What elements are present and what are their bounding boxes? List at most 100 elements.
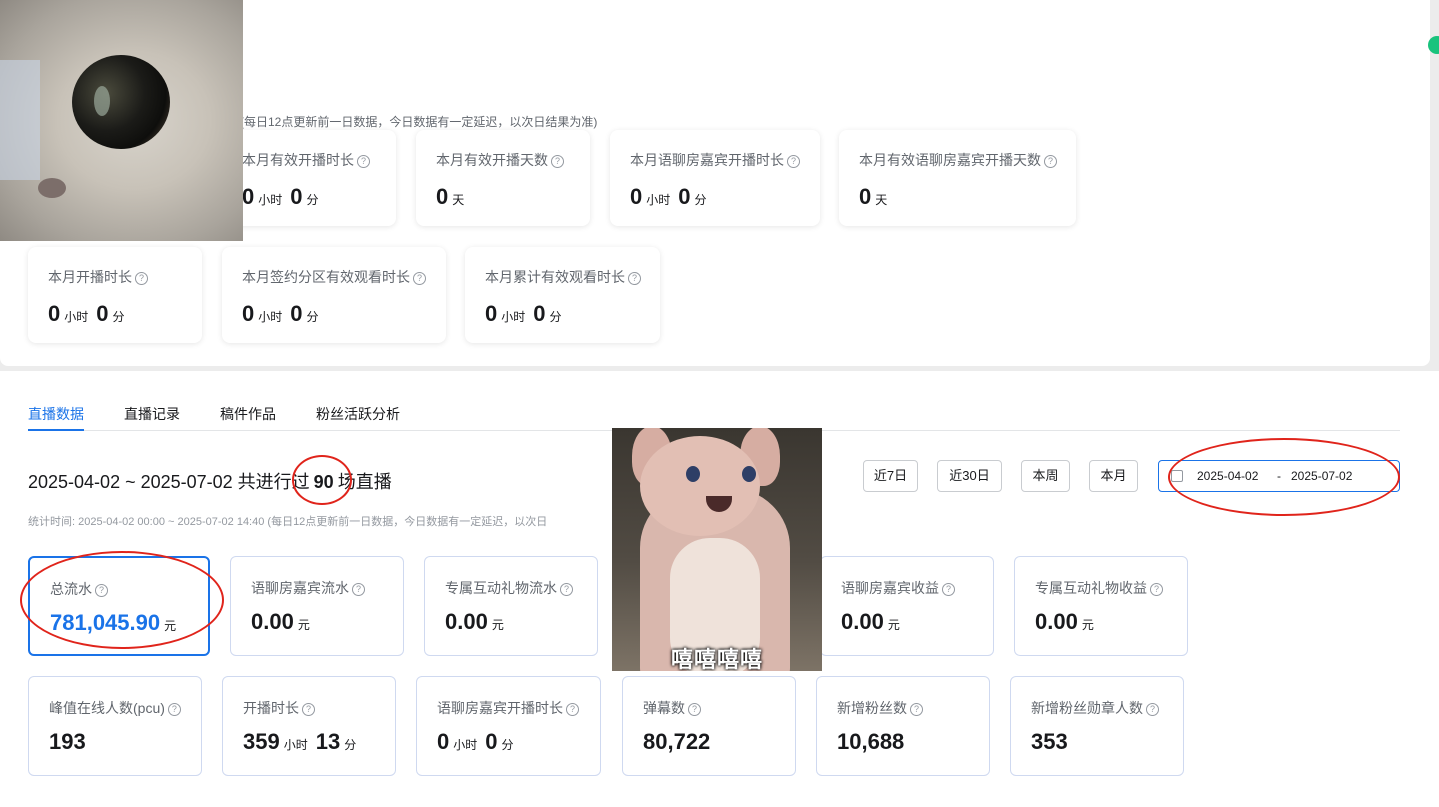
update-note: (每日12点更新前一日数据，今日数据有一定延迟，以次日结果为准) xyxy=(240,115,598,129)
metric-voice-room-guest-income-card[interactable]: 语聊房嘉宾收益? 0.00 元 xyxy=(820,556,994,656)
hours-unit: 小时 xyxy=(453,738,478,752)
help-icon[interactable]: ? xyxy=(566,703,579,716)
card-title: 本月语聊房嘉宾开播时长 xyxy=(630,152,784,168)
help-icon[interactable]: ? xyxy=(942,583,955,596)
metric-value: 0.00 xyxy=(251,609,294,634)
metric-value: 0.00 xyxy=(1035,609,1078,634)
tab-live-records[interactable]: 直播记录 xyxy=(124,404,180,424)
metric-exclusive-gift-income-card[interactable]: 专属互动礼物收益? 0.00 元 xyxy=(1014,556,1188,656)
tab-live-data[interactable]: 直播数据 xyxy=(28,404,84,424)
minutes-value: 0 xyxy=(290,301,303,326)
help-icon[interactable]: ? xyxy=(1150,583,1163,596)
metric-title: 新增粉丝数 xyxy=(837,700,907,716)
metric-title: 专属互动礼物收益 xyxy=(1035,580,1147,596)
help-icon[interactable]: ? xyxy=(135,272,148,285)
help-icon[interactable]: ? xyxy=(357,155,370,168)
help-icon[interactable]: ? xyxy=(302,703,315,716)
help-icon[interactable]: ? xyxy=(352,583,365,596)
tab-works[interactable]: 稿件作品 xyxy=(220,404,276,424)
hours-value: 0 xyxy=(48,301,61,326)
metric-new-fan-medal-card[interactable]: 新增粉丝勋章人数? 353 xyxy=(1010,676,1184,776)
hours-value: 359 xyxy=(243,729,280,754)
minutes-value: 0 xyxy=(96,301,109,326)
monthly-signed-zone-watch-duration-card: 本月签约分区有效观看时长? 0 小时 0 分 xyxy=(222,247,446,343)
summary-prefix: 2025-04-02 ~ 2025-07-02 共进行过 xyxy=(28,472,310,492)
hours-value: 0 xyxy=(437,729,450,754)
metric-title: 弹幕数 xyxy=(643,700,685,716)
bunny-eye-left xyxy=(686,466,700,482)
minutes-value: 13 xyxy=(315,729,341,754)
metric-value: 193 xyxy=(49,729,86,754)
cat-sticker-image xyxy=(0,0,243,241)
range-7-days-button[interactable]: 近7日 xyxy=(863,460,918,492)
minutes-value: 0 xyxy=(290,184,303,209)
metric-title: 语聊房嘉宾流水 xyxy=(251,580,349,596)
metric-title: 语聊房嘉宾开播时长 xyxy=(437,700,563,716)
metric-voice-room-guest-revenue-card[interactable]: 语聊房嘉宾流水? 0.00 元 xyxy=(230,556,404,656)
metric-title: 语聊房嘉宾收益 xyxy=(841,580,939,596)
hours-value: 0 xyxy=(485,301,498,326)
metric-danmaku-count-card[interactable]: 弹幕数? 80,722 xyxy=(622,676,796,776)
card-title: 本月有效开播时长 xyxy=(242,152,354,168)
monthly-valid-broadcast-duration-card: 本月有效开播时长? 0 小时 0 分 xyxy=(222,130,396,226)
metric-broadcast-duration-card[interactable]: 开播时长? 359 小时 13 分 xyxy=(222,676,396,776)
minutes-value: 0 xyxy=(485,729,498,754)
monthly-valid-broadcast-days-card: 本月有效开播天数? 0天 xyxy=(416,130,590,226)
help-icon[interactable]: ? xyxy=(1044,155,1057,168)
bunny-eye-right xyxy=(742,466,756,482)
monthly-broadcast-duration-card: 本月开播时长? 0 小时 0 分 xyxy=(28,247,202,343)
metric-peak-online-card[interactable]: 峰值在线人数(pcu)? 193 xyxy=(28,676,202,776)
card-title: 本月有效开播天数 xyxy=(436,152,548,168)
help-icon[interactable]: ? xyxy=(551,155,564,168)
bunny-sticker-image: 嘻嘻嘻嘻 xyxy=(612,428,822,671)
hours-unit: 小时 xyxy=(646,193,671,207)
help-icon[interactable]: ? xyxy=(787,155,800,168)
metric-title: 专属互动礼物流水 xyxy=(445,580,557,596)
help-icon[interactable]: ? xyxy=(560,583,573,596)
help-icon[interactable]: ? xyxy=(167,703,181,716)
metric-unit: 元 xyxy=(297,618,310,632)
cat-nose-shape xyxy=(38,178,66,198)
annotation-circle-date-range xyxy=(1168,438,1400,516)
help-icon[interactable]: ? xyxy=(688,703,701,716)
hours-unit: 小时 xyxy=(258,310,283,324)
range-this-week-button[interactable]: 本周 xyxy=(1021,460,1070,492)
monthly-voice-room-guest-duration-card: 本月语聊房嘉宾开播时长? 0 小时 0 分 xyxy=(610,130,820,226)
help-icon[interactable]: ? xyxy=(628,272,641,285)
hours-unit: 小时 xyxy=(283,738,308,752)
metric-new-followers-card[interactable]: 新增粉丝数? 10,688 xyxy=(816,676,990,776)
help-icon[interactable]: ? xyxy=(413,272,426,285)
minutes-value: 0 xyxy=(533,301,546,326)
card-title: 本月有效语聊房嘉宾开播天数 xyxy=(859,152,1041,168)
hours-unit: 小时 xyxy=(258,193,283,207)
metric-voice-room-guest-duration-card[interactable]: 语聊房嘉宾开播时长? 0 小时 0 分 xyxy=(416,676,601,776)
metric-value: 0.00 xyxy=(445,609,488,634)
monthly-cumulative-watch-duration-card: 本月累计有效观看时长? 0 小时 0 分 xyxy=(465,247,660,343)
range-30-days-button[interactable]: 近30日 xyxy=(937,460,1002,492)
help-icon[interactable]: ? xyxy=(910,703,923,716)
minutes-value: 0 xyxy=(678,184,691,209)
minutes-unit: 分 xyxy=(306,310,319,324)
metric-exclusive-gift-revenue-card[interactable]: 专属互动礼物流水? 0.00 元 xyxy=(424,556,598,656)
hours-value: 0 xyxy=(630,184,643,209)
status-dot-icon[interactable] xyxy=(1428,36,1439,54)
days-unit: 天 xyxy=(875,193,888,207)
hours-value: 0 xyxy=(242,301,255,326)
metric-unit: 元 xyxy=(491,618,504,632)
metric-title: 开播时长 xyxy=(243,700,299,716)
minutes-unit: 分 xyxy=(549,310,562,324)
card-title: 本月累计有效观看时长 xyxy=(485,269,625,285)
range-this-month-button[interactable]: 本月 xyxy=(1089,460,1138,492)
minutes-unit: 分 xyxy=(306,193,319,207)
minutes-unit: 分 xyxy=(501,738,514,752)
metric-value: 80,722 xyxy=(643,729,711,754)
metric-value: 353 xyxy=(1031,729,1068,754)
help-icon[interactable]: ? xyxy=(1146,703,1159,716)
days-unit: 天 xyxy=(452,193,465,207)
metric-value: 10,688 xyxy=(837,729,905,754)
tab-fan-activity[interactable]: 粉丝活跃分析 xyxy=(316,404,400,424)
hours-unit: 小时 xyxy=(501,310,526,324)
cat-eye-shape xyxy=(72,55,170,149)
hours-unit: 小时 xyxy=(64,310,89,324)
card-title: 本月签约分区有效观看时长 xyxy=(242,269,410,285)
